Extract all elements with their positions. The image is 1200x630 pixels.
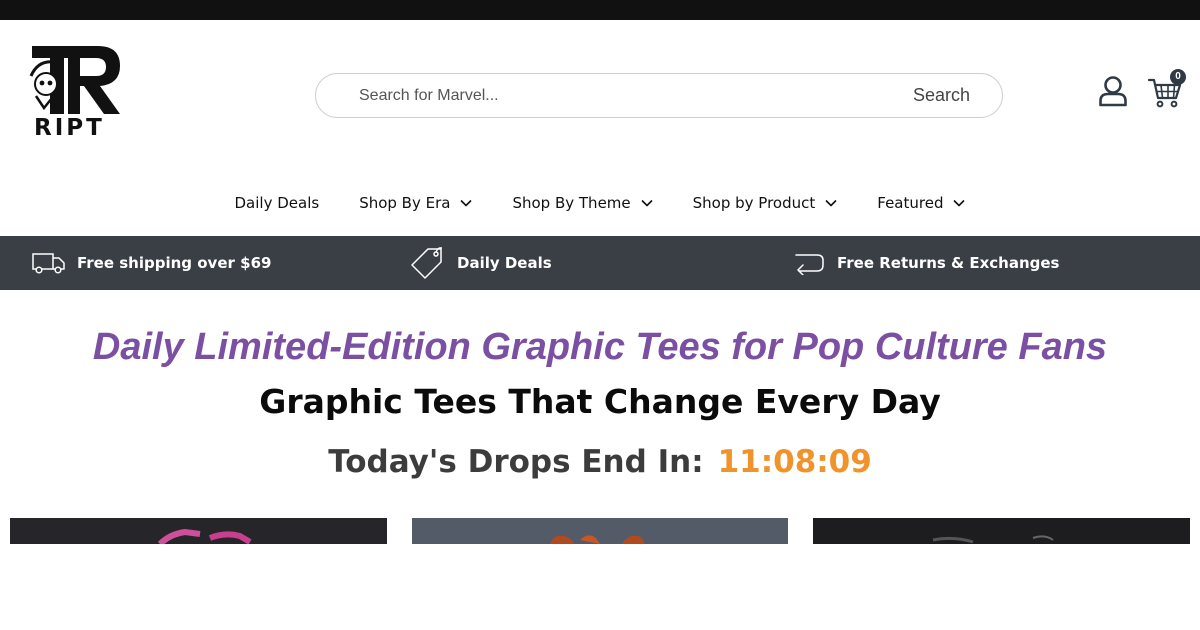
benefit-label: Daily Deals [457,254,552,272]
search-input[interactable] [359,84,879,108]
nav-item-shop-by-theme[interactable]: Shop By Theme [512,188,653,218]
product-image [550,535,644,544]
nav-item-label: Shop by Product [692,194,816,212]
nav-item-label: Shop By Era [359,194,451,212]
countdown-label: Today's Drops End In: [328,444,704,480]
search-bar: Search [315,73,1003,118]
nav-item-shop-by-era[interactable]: Shop By Era [359,188,473,218]
benefit-label: Free shipping over $69 [77,254,272,272]
nav-item-daily-deals[interactable]: Daily Deals [235,188,320,218]
return-arrow-icon [795,254,824,275]
hero-subtitle: Graphic Tees That Change Every Day [259,382,941,421]
benefit-free-returns: Free Returns & Exchanges [793,236,1060,290]
logo-wordmark: RIPT [34,115,105,141]
chevron-down-icon [641,199,653,207]
user-icon[interactable] [1097,75,1129,107]
product-image [157,528,252,544]
chevron-down-icon [825,199,837,207]
nav-item-label: Daily Deals [234,194,320,212]
benefit-label: Free Returns & Exchanges [837,254,1060,272]
product-image [932,535,1054,544]
nav-item-label: Shop By Theme [512,194,631,212]
logo-mark-icon [29,46,120,114]
chevron-down-icon [460,199,473,207]
product-grid [0,518,1200,544]
nav-item-label: Featured [877,194,944,212]
chevron-down-icon [953,199,966,207]
countdown-timer: 11:08:09 [717,444,872,480]
main-nav: Daily Deals Shop By Era Shop By Theme Sh… [0,188,1200,218]
product-card[interactable] [412,518,788,544]
cart-count-badge: 0 [1170,69,1186,85]
product-card[interactable] [813,518,1190,544]
announcement-strip [0,0,1200,20]
hero-title: Daily Limited-Edition Graphic Tees for P… [92,326,1108,368]
benefit-free-shipping: Free shipping over $69 [32,236,271,290]
ript-logo[interactable]: RIPT [28,46,123,142]
tag-icon [411,247,443,279]
nav-item-shop-by-product[interactable]: Shop by Product [693,188,838,218]
benefit-daily-deals: Daily Deals [410,236,552,290]
product-card[interactable] [10,518,387,544]
search-button[interactable]: Search [913,85,970,106]
countdown: Today's Drops End In: 11:08:09 [0,444,1200,480]
site-header: RIPT Search 0 [0,20,1200,170]
truck-icon [32,253,65,274]
nav-item-featured[interactable]: Featured [877,188,966,218]
benefits-bar: Free shipping over $69 Daily Deals Free … [0,236,1200,290]
